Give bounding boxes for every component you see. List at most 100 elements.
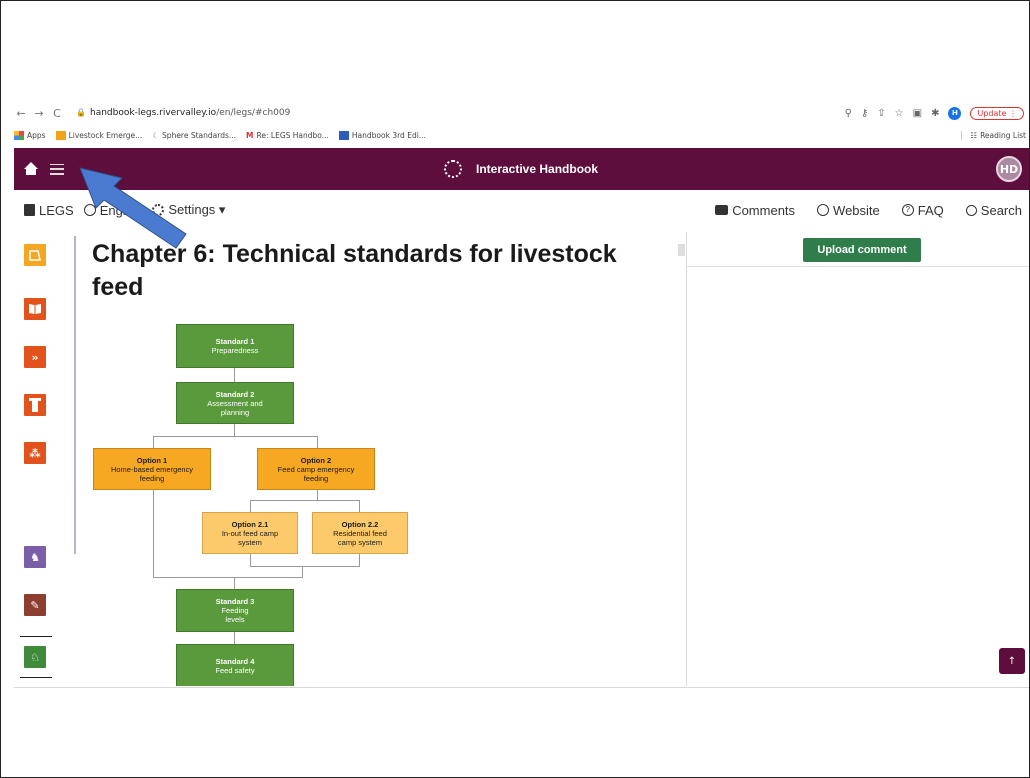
- extension-icon[interactable]: ▣: [913, 108, 922, 119]
- apps-grid-icon: [14, 130, 24, 140]
- connector-line: [317, 436, 318, 448]
- star-icon[interactable]: ☆: [895, 108, 904, 119]
- website-link[interactable]: Website: [817, 203, 880, 218]
- language-label: English: [99, 202, 143, 218]
- connector-line: [250, 566, 360, 567]
- website-label: Website: [833, 202, 880, 218]
- destocking-icon[interactable]: ♞: [24, 546, 46, 568]
- connector-line: [153, 577, 303, 578]
- connector-line: [234, 368, 235, 382]
- people-icon[interactable]: ⁂: [24, 442, 46, 464]
- flow-standard-4[interactable]: Standard 4 Feed safety: [176, 644, 294, 686]
- bookmark-label: Handbook 3rd Edi...: [351, 130, 426, 140]
- legs-menu[interactable]: LEGS: [24, 203, 74, 218]
- sphere-icon: ☾: [152, 130, 160, 140]
- connector-line: [359, 500, 360, 512]
- bookmark-item[interactable]: M Re: LEGS Handbo...: [246, 131, 329, 140]
- browser-actions: ⚲ ⚷ ⇪ ☆ ▣ ✱ H Update ⋮: [845, 106, 1024, 120]
- search-link[interactable]: Search: [965, 203, 1022, 218]
- sidebar-scrollbar[interactable]: [74, 236, 76, 554]
- connector-line: [153, 436, 318, 437]
- bookmark-label: Sphere Standards...: [162, 130, 237, 140]
- connector-line: [359, 554, 360, 566]
- chapter-title: Chapter 6: Technical standards for lives…: [92, 240, 617, 301]
- url-host: handbook-legs.rivervalley.io: [90, 108, 217, 118]
- flow-standard-1[interactable]: Standard 1 Preparedness: [176, 324, 294, 368]
- connector-line: [153, 436, 154, 448]
- flow-option-1[interactable]: Option 1 Home-based emergency feeding: [93, 448, 211, 490]
- app-toolbar: LEGS English Settings ▾ Comments Website…: [14, 190, 1030, 230]
- home-icon[interactable]: [24, 162, 38, 176]
- language-menu[interactable]: English: [83, 202, 143, 218]
- vet-syringe-icon[interactable]: ✎: [24, 594, 46, 616]
- flow-standard-3[interactable]: Standard 3 Feeding levels: [176, 589, 294, 632]
- url-path: /en/legs/#ch009: [216, 108, 291, 118]
- page-bottom-divider: [14, 687, 1030, 688]
- book-icon: [24, 204, 35, 216]
- hamburger-menu-icon[interactable]: [50, 163, 64, 175]
- reload-button[interactable]: C: [50, 107, 64, 120]
- settings-label: Settings ▾: [168, 202, 226, 217]
- search-icon: [965, 204, 977, 216]
- share-icon[interactable]: ⇪: [877, 108, 885, 119]
- globe-icon: [83, 204, 96, 216]
- comments-link[interactable]: Comments: [715, 203, 795, 218]
- chevrons-icon[interactable]: »: [24, 346, 46, 368]
- pillar-icon[interactable]: [24, 394, 46, 416]
- upload-comment-button[interactable]: Upload comment: [803, 238, 921, 262]
- connector-line: [234, 577, 235, 589]
- connector-line: [234, 632, 235, 644]
- flow-box-title: Standard 3: [215, 597, 255, 606]
- faq-link[interactable]: ? FAQ: [901, 203, 944, 218]
- update-button[interactable]: Update ⋮: [970, 106, 1024, 120]
- reading-list[interactable]: ☷ Reading List: [961, 130, 1026, 140]
- settings-menu[interactable]: Settings ▾: [152, 202, 225, 218]
- docs-icon: [338, 130, 349, 140]
- question-icon: ?: [901, 204, 914, 216]
- flow-box-desc: Feed camp emergency feeding: [277, 464, 355, 483]
- flow-box-title: Option 2.2: [341, 519, 379, 529]
- flow-box-title: Standard 1: [215, 337, 255, 346]
- flow-box-desc: Residential feed camp system: [333, 528, 387, 547]
- location-icon[interactable]: ⚲: [845, 108, 852, 119]
- logo-icon: [444, 160, 462, 178]
- key-icon[interactable]: ⚷: [861, 108, 868, 119]
- bookmark-label: Livestock Emerge...: [68, 130, 143, 140]
- bookmark-item[interactable]: Handbook 3rd Edi...: [338, 130, 426, 140]
- connector-line: [250, 500, 251, 512]
- back-button[interactable]: ←: [14, 107, 28, 120]
- flow-box-desc: Preparedness: [211, 346, 259, 355]
- reading-list-icon: ☷: [970, 130, 978, 140]
- user-avatar[interactable]: HD: [996, 156, 1022, 182]
- feed-icon[interactable]: ♘: [24, 646, 46, 668]
- flow-option-2-1[interactable]: Option 2.1 In-out feed camp system: [202, 512, 298, 554]
- browser-address-bar: ← → C 🔒 handbook-legs.rivervalley.io/en/…: [14, 103, 1030, 123]
- bookmark-apps[interactable]: Apps: [14, 130, 46, 140]
- legs-label: LEGS: [39, 202, 74, 218]
- introduction-icon[interactable]: [24, 244, 46, 266]
- connector-line: [317, 490, 318, 500]
- flow-box-title: Option 2.1: [231, 519, 269, 529]
- gmail-icon: M: [246, 130, 254, 140]
- flow-box-title: Option 2: [300, 455, 332, 465]
- flow-box-desc: Home-based emergency feeding: [110, 464, 194, 483]
- flow-standard-2[interactable]: Standard 2 Assessment and planning: [176, 382, 294, 424]
- flow-box-desc: In-out feed camp system: [221, 528, 279, 547]
- book-icon[interactable]: [24, 298, 46, 320]
- profile-avatar[interactable]: H: [948, 106, 962, 120]
- connector-line: [234, 424, 235, 436]
- flow-option-2-2[interactable]: Option 2.2 Residential feed camp system: [312, 512, 408, 554]
- forward-button[interactable]: →: [32, 107, 46, 120]
- scroll-top-button[interactable]: ↑: [999, 648, 1025, 674]
- puzzle-icon[interactable]: ✱: [931, 108, 939, 119]
- bookmark-item[interactable]: ☾ Sphere Standards...: [152, 131, 236, 140]
- flow-option-2[interactable]: Option 2 Feed camp emergency feeding: [257, 448, 375, 490]
- content-scroll-handle[interactable]: [678, 244, 685, 256]
- comment-icon: [715, 205, 729, 215]
- flow-box-title: Standard 4: [215, 657, 255, 666]
- app-header: Interactive Handbook HD: [14, 148, 1030, 190]
- bookmarks-bar: Apps Livestock Emerge... ☾ Sphere Standar…: [14, 126, 1030, 144]
- url-field[interactable]: handbook-legs.rivervalley.io/en/legs/#ch…: [90, 108, 290, 118]
- compass-icon: [817, 204, 830, 216]
- bookmark-item[interactable]: Livestock Emerge...: [55, 130, 143, 140]
